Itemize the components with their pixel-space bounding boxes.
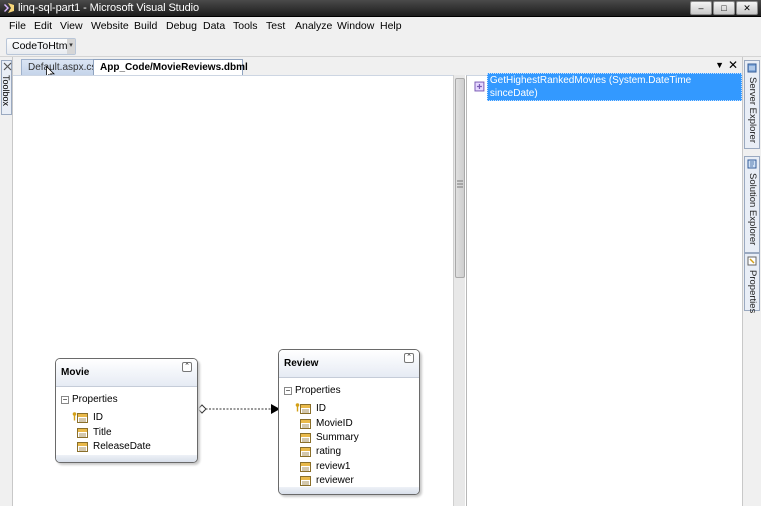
toolbar-overflow-dropdown[interactable]: ▾ — [67, 39, 75, 54]
maximize-button[interactable]: □ — [713, 1, 735, 15]
menu-view[interactable]: View — [60, 20, 83, 32]
minimize-button[interactable]: – — [690, 1, 712, 15]
property-icon — [300, 475, 311, 486]
primary-key-icon — [295, 403, 300, 412]
property-id[interactable]: ID — [295, 402, 326, 415]
property-label: Summary — [316, 432, 359, 443]
collapse-chevron-icon[interactable]: ⌃ — [182, 362, 192, 372]
property-summary[interactable]: Summary — [300, 431, 359, 444]
collapse-minus-icon[interactable]: − — [61, 395, 69, 404]
solution-explorer-icon — [747, 159, 757, 169]
left-dock-strip: Toolbox — [0, 57, 13, 506]
toolbar: CodeToHtml ▾ — [0, 36, 761, 57]
properties-section[interactable]: − Properties — [284, 385, 341, 396]
menu-analyze[interactable]: Analyze — [295, 20, 332, 32]
menu-website[interactable]: Website — [91, 20, 129, 32]
entity-footer — [56, 455, 197, 462]
property-label: Title — [93, 427, 112, 438]
properties-label: Properties — [747, 270, 758, 314]
property-icon — [77, 412, 88, 423]
entity-header: Review ⌃ — [279, 350, 419, 378]
property-icon — [300, 403, 311, 414]
scrollbar-grip-icon — [457, 180, 463, 188]
properties-window-icon — [747, 256, 757, 266]
menu-build[interactable]: Build — [134, 20, 157, 32]
property-release-date[interactable]: ReleaseDate — [77, 440, 151, 453]
entity-name: Movie — [61, 367, 90, 378]
property-label: rating — [316, 446, 342, 457]
property-movie-id[interactable]: MovieID — [300, 417, 353, 430]
menu-edit[interactable]: Edit — [34, 20, 52, 32]
method-item-get-highest-ranked-movies[interactable]: GetHighestRankedMovies (System.DateTime … — [474, 72, 742, 101]
property-title[interactable]: Title — [77, 426, 112, 439]
entity-header: Movie ⌃ — [56, 359, 197, 387]
method-icon — [474, 81, 485, 92]
visual-studio-icon — [4, 3, 14, 13]
collapse-minus-icon[interactable]: − — [284, 386, 292, 395]
entity-movie[interactable]: Movie ⌃ − Properties ID Title ReleaseDat… — [55, 358, 198, 463]
menu-tools[interactable]: Tools — [233, 20, 258, 32]
primary-key-icon — [72, 412, 77, 421]
property-id[interactable]: ID — [72, 411, 103, 424]
close-button[interactable]: ✕ — [736, 1, 758, 15]
property-label: review1 — [316, 461, 351, 472]
tab-list-dropdown-icon[interactable]: ▼ — [715, 60, 724, 70]
menu-window[interactable]: Window — [337, 20, 374, 32]
method-label: GetHighestRankedMovies (System.DateTime … — [486, 72, 742, 101]
property-icon — [300, 432, 311, 443]
scrollbar-thumb[interactable] — [455, 78, 465, 278]
toolbox-tab[interactable]: Toolbox — [1, 60, 12, 115]
collapse-chevron-icon[interactable]: ⌃ — [404, 353, 414, 363]
property-label: ReleaseDate — [93, 441, 151, 452]
entity-footer — [279, 487, 419, 494]
entity-properties: − Properties ID MovieID Summary rating r… — [279, 378, 419, 489]
property-reviewer[interactable]: reviewer — [300, 474, 354, 487]
property-icon — [77, 441, 88, 452]
menu-help[interactable]: Help — [380, 20, 402, 32]
property-rating[interactable]: rating — [300, 445, 341, 458]
menu-debug[interactable]: Debug — [166, 20, 197, 32]
toolbox-label: Toolbox — [1, 75, 11, 107]
menu-file[interactable]: File — [9, 20, 26, 32]
solution-explorer-label: Solution Explorer — [747, 173, 758, 246]
title-bar: linq-sql-part1 - Microsoft Visual Studio… — [0, 0, 761, 17]
server-explorer-icon — [747, 63, 757, 73]
property-label: ID — [93, 412, 103, 423]
menu-test[interactable]: Test — [266, 20, 285, 32]
properties-label: Properties — [72, 394, 118, 405]
toolbox-icon — [3, 62, 12, 71]
tab-default-aspx-cs[interactable]: Default.aspx.cs — [21, 59, 96, 75]
close-tab-icon[interactable]: ✕ — [728, 58, 738, 72]
property-label: reviewer — [316, 475, 354, 486]
window-title: linq-sql-part1 - Microsoft Visual Studio — [18, 2, 200, 14]
menu-bar: File Edit View Website Build Debug Data … — [0, 17, 761, 36]
designer-vertical-scrollbar[interactable] — [453, 75, 465, 506]
property-icon — [300, 446, 311, 457]
property-label: ID — [316, 403, 326, 414]
property-review1[interactable]: review1 — [300, 460, 350, 473]
tab-movie-reviews-dbml[interactable]: App_Code/MovieReviews.dbml — [93, 59, 248, 75]
code-to-html-button[interactable]: CodeToHtml — [6, 38, 76, 55]
entity-review[interactable]: Review ⌃ − Properties ID MovieID Summary… — [278, 349, 420, 495]
property-icon — [300, 461, 311, 472]
window-controls: – □ ✕ — [689, 1, 758, 15]
solution-explorer-tab[interactable]: Solution Explorer — [744, 156, 760, 253]
property-label: MovieID — [316, 418, 353, 429]
server-explorer-tab[interactable]: Server Explorer — [744, 60, 760, 149]
properties-tab[interactable]: Properties — [744, 253, 760, 314]
methods-pane[interactable]: GetHighestRankedMovies (System.DateTime … — [466, 72, 742, 506]
properties-label: Properties — [295, 385, 341, 396]
server-explorer-label: Server Explorer — [747, 77, 758, 143]
entity-name: Review — [284, 358, 319, 369]
entity-properties: − Properties ID Title ReleaseDate — [56, 387, 197, 457]
menu-data[interactable]: Data — [203, 20, 225, 32]
property-icon — [300, 418, 311, 429]
right-dock-strip: Server Explorer Solution Explorer Proper… — [742, 57, 761, 506]
property-icon — [77, 427, 88, 438]
properties-section[interactable]: − Properties — [61, 394, 118, 405]
